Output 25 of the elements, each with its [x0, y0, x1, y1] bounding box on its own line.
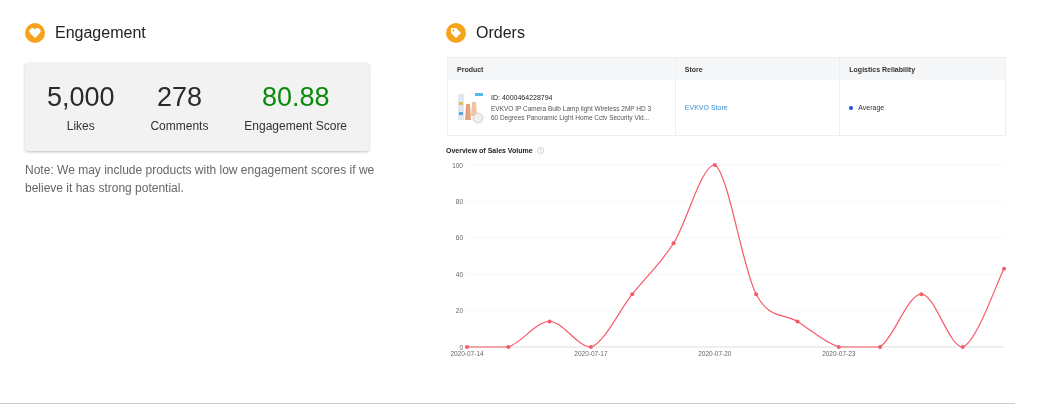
note-text: Note: We may include products with low engagement scores if we believe it has strong potential.	[25, 162, 375, 197]
data-point	[878, 345, 883, 349]
stat-value: 80.88	[261, 81, 330, 113]
data-point	[919, 292, 924, 297]
data-point	[588, 345, 593, 349]
data-point	[671, 241, 676, 246]
stat-label: Comments	[150, 118, 209, 133]
data-point	[712, 163, 717, 167]
help-icon	[536, 147, 544, 154]
tag-icon	[446, 23, 466, 43]
section-title: Orders	[476, 24, 525, 42]
data-point	[1002, 266, 1006, 271]
section-title: Engagement	[55, 24, 146, 42]
stat-label: Likes	[66, 118, 95, 133]
data-point	[465, 345, 469, 349]
data-point	[630, 292, 635, 297]
data-point	[960, 345, 965, 349]
data-point	[547, 319, 552, 324]
stat-value: 278	[156, 81, 202, 113]
stat-value: 5,000	[46, 81, 115, 113]
stat-label: Engagement Score	[244, 118, 348, 133]
data-point	[506, 345, 511, 349]
data-point	[754, 292, 759, 297]
data-point	[836, 345, 841, 349]
data-point	[795, 319, 800, 324]
